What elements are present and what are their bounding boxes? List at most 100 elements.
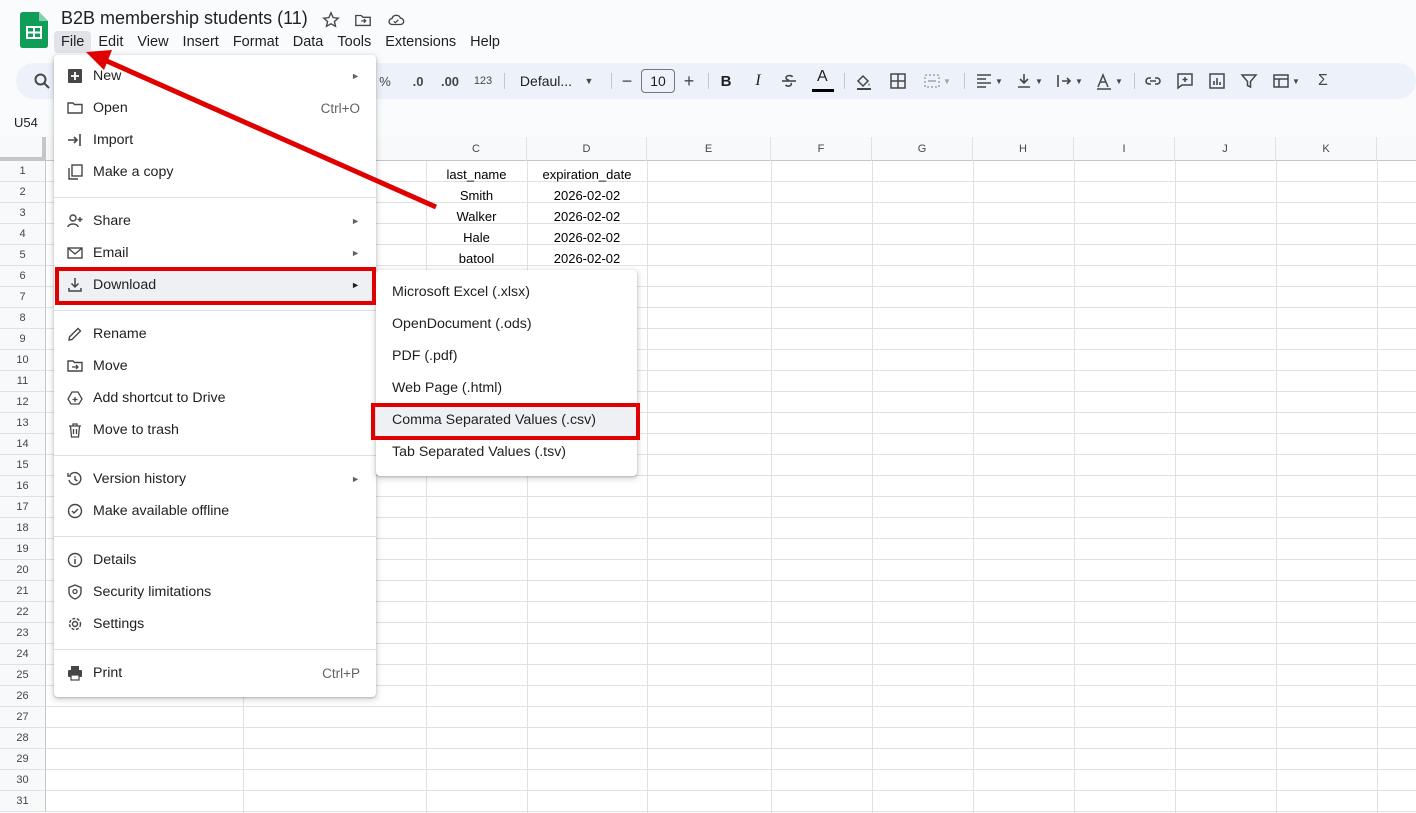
column-header-g[interactable]: G [872,137,973,161]
menu-file[interactable]: File [54,31,92,53]
font-family-select[interactable]: Defaul... [516,63,576,99]
menu-email[interactable]: Email ► [54,237,376,269]
select-all-corner[interactable] [0,137,46,161]
name-box[interactable]: U54 [0,108,52,136]
row-header-1[interactable]: 1 [0,161,46,182]
menu-new[interactable]: New ► [54,60,376,92]
menu-offline[interactable]: Make available offline [54,495,376,527]
functions-button[interactable]: Σ [1314,63,1332,99]
row-header-8[interactable]: 8 [0,308,46,329]
column-header-f[interactable]: F [771,137,872,161]
move-to-folder-icon[interactable] [354,11,374,31]
cloud-saved-icon[interactable] [386,11,406,31]
insert-link-icon[interactable] [1142,63,1164,99]
font-dropdown-icon[interactable]: ▼ [581,63,597,99]
menu-format[interactable]: Format [226,31,286,53]
strikethrough-icon[interactable] [778,63,800,99]
cell-d2[interactable]: 2026-02-02 [527,188,647,203]
decrease-decimal-button[interactable]: .0 [406,63,430,99]
row-header-10[interactable]: 10 [0,350,46,371]
decrease-font-size-button[interactable]: − [619,63,635,99]
row-header-16[interactable]: 16 [0,476,46,497]
menu-rename[interactable]: Rename [54,318,376,350]
column-header-c[interactable]: C [426,137,527,161]
star-icon[interactable] [322,11,342,31]
increase-font-size-button[interactable]: + [681,63,697,99]
row-header-18[interactable]: 18 [0,518,46,539]
menu-tools[interactable]: Tools [330,31,378,53]
row-header-17[interactable]: 17 [0,497,46,518]
search-menus-icon[interactable] [30,63,54,99]
text-wrapping-icon[interactable]: ▼ [1052,63,1086,99]
row-header-4[interactable]: 4 [0,224,46,245]
row-header-9[interactable]: 9 [0,329,46,350]
row-header-6[interactable]: 6 [0,266,46,287]
fill-color-icon[interactable] [852,63,876,99]
menu-extensions[interactable]: Extensions [378,31,463,53]
row-header-28[interactable]: 28 [0,728,46,749]
download-ods[interactable]: OpenDocument (.ods) [376,308,637,340]
row-header-3[interactable]: 3 [0,203,46,224]
bold-button[interactable]: B [716,63,736,99]
download-pdf[interactable]: PDF (.pdf) [376,340,637,372]
column-header-k[interactable]: K [1276,137,1377,161]
download-tsv[interactable]: Tab Separated Values (.tsv) [376,436,637,468]
column-header-i[interactable]: I [1074,137,1175,161]
increase-decimal-button[interactable]: .00 [436,63,464,99]
row-header-11[interactable]: 11 [0,371,46,392]
download-xlsx[interactable]: Microsoft Excel (.xlsx) [376,276,637,308]
menu-edit[interactable]: Edit [91,31,130,53]
filter-views-icon[interactable]: ▼ [1268,63,1304,99]
document-title[interactable]: B2B membership students (11) [61,8,308,29]
more-formats-button[interactable]: 123 [471,63,495,99]
menu-trash[interactable]: Move to trash [54,414,376,446]
italic-button[interactable]: I [748,63,768,99]
cell-d5[interactable]: 2026-02-02 [527,251,647,266]
cell-d1[interactable]: expiration_date [527,167,647,182]
row-header-7[interactable]: 7 [0,287,46,308]
menu-settings[interactable]: Settings [54,608,376,640]
menu-make-copy[interactable]: Make a copy [54,156,376,188]
menu-security[interactable]: Security limitations [54,576,376,608]
row-header-26[interactable]: 26 [0,686,46,707]
row-header-13[interactable]: 13 [0,413,46,434]
insert-comment-icon[interactable] [1174,63,1196,99]
row-header-2[interactable]: 2 [0,182,46,203]
row-header-29[interactable]: 29 [0,749,46,770]
download-html[interactable]: Web Page (.html) [376,372,637,404]
vertical-align-icon[interactable]: ▼ [1012,63,1046,99]
column-header-e[interactable]: E [647,137,771,161]
cell-d4[interactable]: 2026-02-02 [527,230,647,245]
menu-view[interactable]: View [130,31,175,53]
row-header-21[interactable]: 21 [0,581,46,602]
cell-c3[interactable]: Walker [426,209,527,224]
insert-chart-icon[interactable] [1206,63,1228,99]
row-header-25[interactable]: 25 [0,665,46,686]
column-header-d[interactable]: D [527,137,647,161]
menu-details[interactable]: Details [54,544,376,576]
row-header-12[interactable]: 12 [0,392,46,413]
cell-c2[interactable]: Smith [426,188,527,203]
menu-version-history[interactable]: Version history ► [54,463,376,495]
column-header-j[interactable]: J [1175,137,1276,161]
row-header-15[interactable]: 15 [0,455,46,476]
borders-icon[interactable] [886,63,910,99]
row-header-27[interactable]: 27 [0,707,46,728]
row-header-23[interactable]: 23 [0,623,46,644]
sheets-logo-icon[interactable] [20,12,48,48]
filter-icon[interactable] [1238,63,1260,99]
row-header-24[interactable]: 24 [0,644,46,665]
row-header-30[interactable]: 30 [0,770,46,791]
cell-c5[interactable]: batool [426,251,527,266]
menu-open[interactable]: Open Ctrl+O [54,92,376,124]
row-header-20[interactable]: 20 [0,560,46,581]
row-header-22[interactable]: 22 [0,602,46,623]
font-size-input[interactable]: 10 [641,69,675,93]
menu-import[interactable]: Import [54,124,376,156]
cell-d3[interactable]: 2026-02-02 [527,209,647,224]
text-rotation-icon[interactable]: ▼ [1092,63,1126,99]
row-header-5[interactable]: 5 [0,245,46,266]
row-header-31[interactable]: 31 [0,791,46,812]
menu-data[interactable]: Data [286,31,331,53]
text-color-button[interactable]: A [811,63,835,99]
